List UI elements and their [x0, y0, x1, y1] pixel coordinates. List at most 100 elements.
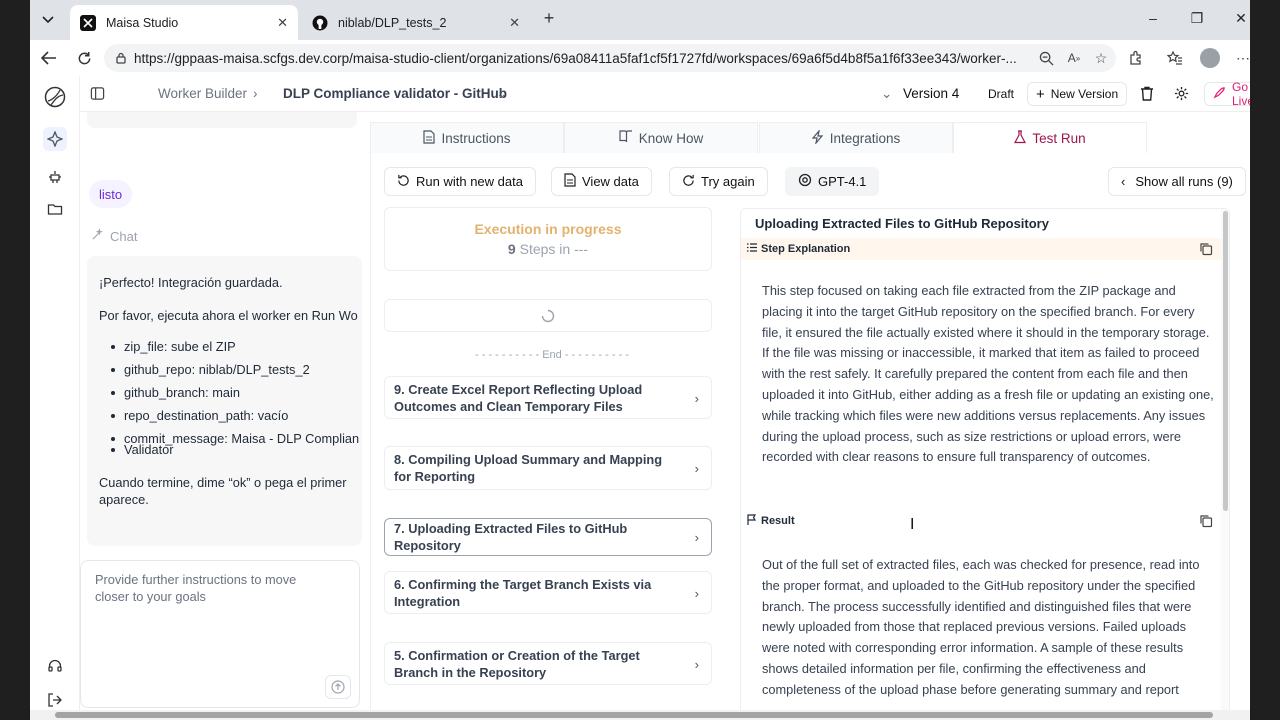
chat-label-text: Chat [110, 228, 138, 244]
step-detail-title: Uploading Extracted Files to GitHub Repo… [755, 216, 1049, 231]
step-explanation-text: This step focused on taking each file ex… [762, 283, 1214, 465]
more-options-icon[interactable]: ⋯ [1234, 49, 1250, 67]
workers-icon[interactable] [43, 127, 67, 151]
logout-icon[interactable] [43, 688, 67, 712]
extensions-icon[interactable] [1127, 49, 1145, 67]
rocket-icon [1213, 86, 1226, 102]
worker-name[interactable]: DLP Compliance validator - GitHub [283, 86, 507, 101]
execution-steps: 9 Steps in --- [385, 241, 711, 257]
tab-search-chevron-icon[interactable] [36, 8, 60, 32]
result-text: Out of the full set of extracted files, … [762, 557, 1200, 697]
go-live-button[interactable]: Go Live [1204, 80, 1250, 108]
profile-avatar[interactable] [1200, 48, 1220, 68]
browser-tab-title: niblab/DLP_tests_2 [338, 15, 447, 30]
tab-integrations[interactable]: Integrations [759, 122, 953, 154]
chat-bot-icon[interactable] [43, 165, 67, 189]
support-headset-icon[interactable] [43, 654, 67, 678]
show-all-runs-button[interactable]: ‹ Show all runs (9) [1108, 167, 1246, 196]
close-tab-icon[interactable]: ✕ [277, 15, 288, 31]
list-item-continuation: Validator [99, 441, 362, 458]
execution-status-card: Execution in progress 9 Steps in --- [384, 207, 712, 271]
close-tab-icon[interactable]: ✕ [509, 15, 520, 31]
flask-icon [1014, 129, 1027, 147]
view-data-button[interactable]: View data [551, 167, 652, 196]
chevron-right-icon: › [694, 390, 699, 406]
chat-input-placeholder-1: Provide further instructions to move [95, 572, 297, 587]
previous-message-card [87, 112, 357, 128]
try-again-button[interactable]: Try again [669, 167, 768, 196]
chevron-right-icon: › [694, 585, 699, 601]
button-label: Run with new data [416, 174, 523, 189]
close-window-icon[interactable]: ✕ [1231, 10, 1250, 27]
message-outro-line1: Cuando termine, dime “ok” o pega el prim… [99, 475, 347, 490]
result-header: Result [741, 510, 1221, 532]
zoom-icon[interactable] [1037, 49, 1055, 67]
test-run-area: Run with new data View data Try again GP… [370, 153, 1250, 720]
read-aloud-icon[interactable]: A» [1065, 49, 1083, 67]
restore-icon[interactable]: ❐ [1187, 10, 1207, 27]
breadcrumb-worker-builder[interactable]: Worker Builder [158, 86, 247, 101]
back-arrow-icon[interactable] [38, 47, 60, 69]
tab-instructions[interactable]: Instructions [370, 122, 564, 154]
browser-tab-title: Maisa Studio [106, 15, 179, 30]
detail-scroll-thumb[interactable] [1223, 211, 1228, 511]
folder-icon[interactable] [43, 197, 67, 221]
chat-panel: listo Chat ¡Perfecto! Integración guarda… [80, 112, 370, 720]
go-live-label: Go Live [1232, 80, 1250, 108]
trash-icon[interactable] [1140, 86, 1154, 104]
page-horizontal-scrollbar[interactable] [30, 710, 1250, 720]
settings-gear-icon[interactable] [1174, 86, 1189, 104]
button-label: Try again [701, 174, 755, 189]
horizontal-scroll-thumb[interactable] [55, 712, 1213, 718]
browser-tabstrip: Maisa Studio ✕ niblab/DLP_tests_2 ✕ + – … [30, 0, 1250, 40]
step-card-5[interactable]: 5. Confirmation or Creation of the Targe… [384, 642, 712, 685]
copy-icon[interactable] [1199, 514, 1213, 528]
chat-input[interactable]: Provide further instructions to move clo… [80, 560, 360, 708]
tab-know-how[interactable]: Know How [564, 122, 758, 154]
bolt-icon [811, 128, 824, 147]
new-version-button[interactable]: + New Version [1027, 82, 1128, 106]
new-tab-icon[interactable]: + [537, 8, 561, 29]
message-intro: ¡Perfecto! Integración guardada. [99, 275, 283, 290]
step-card-8[interactable]: 8. Compiling Upload Summary and Mapping … [384, 446, 712, 490]
maisa-logo-icon[interactable] [43, 85, 67, 109]
text-cursor-icon: I [910, 516, 915, 533]
url-field[interactable]: https://gppaas-maisa.scfgs.dev.corp/mais… [104, 44, 1116, 72]
run-with-new-data-button[interactable]: Run with new data [384, 167, 536, 196]
step-card-7[interactable]: 7. Uploading Extracted Files to GitHub R… [384, 518, 712, 556]
reload-icon[interactable] [73, 47, 95, 69]
copy-icon[interactable] [1199, 242, 1213, 256]
user-message-text: listo [99, 186, 123, 202]
steps-suffix: Steps in --- [519, 241, 589, 257]
minimize-icon[interactable]: – [1143, 10, 1163, 26]
chevron-left-icon: ‹ [1121, 174, 1126, 189]
address-bar-row: https://gppaas-maisa.scfgs.dev.corp/mais… [30, 40, 1250, 76]
version-chevron-icon[interactable]: ⌄ [881, 86, 892, 102]
model-selector[interactable]: GPT-4.1 [785, 167, 880, 196]
maisa-favicon-icon [80, 14, 96, 31]
chevron-right-icon: › [694, 461, 699, 476]
tab-label: Know How [638, 130, 704, 146]
step-label: 9. Create Excel Report Reflecting Upload… [394, 381, 643, 414]
worker-dropdown-chevron-icon[interactable]: ⌄ [496, 86, 507, 102]
browser-tab-maisa[interactable]: Maisa Studio ✕ [70, 5, 298, 40]
section-label: Result [761, 515, 795, 527]
tab-test-run[interactable]: Test Run [953, 122, 1147, 154]
github-favicon-icon [312, 15, 328, 30]
plus-icon: + [1036, 85, 1045, 103]
step-label: 8. Compiling Upload Summary and Mapping … [394, 452, 663, 484]
favorites-bar-icon[interactable] [1166, 49, 1184, 67]
book-icon [619, 130, 633, 146]
version-selector[interactable]: Version 4 [903, 86, 959, 101]
new-version-label: New Version [1050, 87, 1119, 101]
toggle-sidebar-icon[interactable] [90, 86, 105, 104]
detail-scrollbar[interactable] [1221, 209, 1229, 719]
tab-label: Test Run [1032, 130, 1086, 146]
send-arrow-icon[interactable] [325, 675, 351, 699]
site-info-icon[interactable] [114, 51, 128, 65]
step-card-6[interactable]: 6. Confirming the Target Branch Exists v… [384, 571, 712, 614]
step-card-9[interactable]: 9. Create Excel Report Reflecting Upload… [384, 376, 712, 419]
favorite-star-icon[interactable]: ☆ [1092, 49, 1110, 67]
browser-tab-github[interactable]: niblab/DLP_tests_2 ✕ [302, 5, 530, 40]
loading-card [384, 299, 712, 332]
